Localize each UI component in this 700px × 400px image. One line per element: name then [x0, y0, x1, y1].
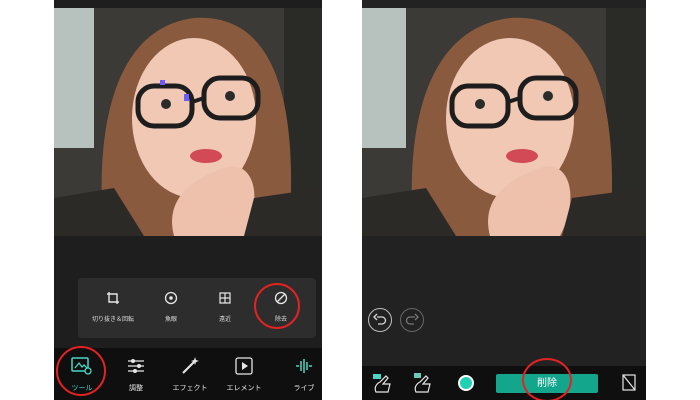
tool-label: 魚眼: [164, 316, 177, 323]
nav-item-live[interactable]: ライブ: [276, 348, 322, 400]
tool-label: 切り抜き＆回転: [91, 316, 134, 323]
highlight-circle-tools: [56, 346, 106, 396]
compare-icon[interactable]: [622, 374, 638, 396]
highlight-circle-remove: [254, 283, 300, 329]
tool-label: 遠近: [218, 316, 231, 323]
nav-item-element[interactable]: エレメント: [216, 348, 272, 400]
perspective-icon: [218, 290, 232, 309]
fisheye-icon: [164, 290, 178, 309]
remove-toolbar: 削除: [362, 366, 646, 400]
photo-canvas[interactable]: [54, 8, 322, 236]
nav-label: エフェクト: [172, 384, 208, 392]
hand-brush-icon[interactable]: [372, 372, 396, 398]
left-phone-screen: 切り抜き＆回転 魚眼 遠近 除去 ツール 調整 エフェクト エレメント ライブ: [54, 0, 322, 400]
undo-button[interactable]: [368, 308, 392, 332]
nav-label: エレメント: [226, 384, 262, 392]
redo-button[interactable]: [400, 308, 424, 332]
live-icon: [294, 356, 314, 380]
nav-label: 調整: [129, 384, 143, 392]
nav-item-adjust[interactable]: 調整: [108, 348, 164, 400]
nav-label: ライブ: [293, 384, 315, 392]
tool-crop-rotate[interactable]: 切り抜き＆回転: [86, 278, 140, 338]
crop-rotate-icon: [106, 290, 120, 309]
hand-eraser-icon[interactable]: [412, 372, 436, 398]
photo-canvas-edited[interactable]: [362, 8, 646, 236]
tool-fisheye[interactable]: 魚眼: [144, 278, 198, 338]
nav-item-effect[interactable]: エフェクト: [162, 348, 218, 400]
adjust-sliders-icon: [126, 356, 146, 380]
highlight-circle-delete: [522, 358, 572, 400]
tool-perspective[interactable]: 遠近: [198, 278, 252, 338]
magic-wand-icon: [180, 356, 200, 380]
brush-size-dot[interactable]: [458, 375, 474, 391]
element-icon: [234, 356, 254, 380]
right-phone-screen: 削除: [362, 0, 646, 400]
